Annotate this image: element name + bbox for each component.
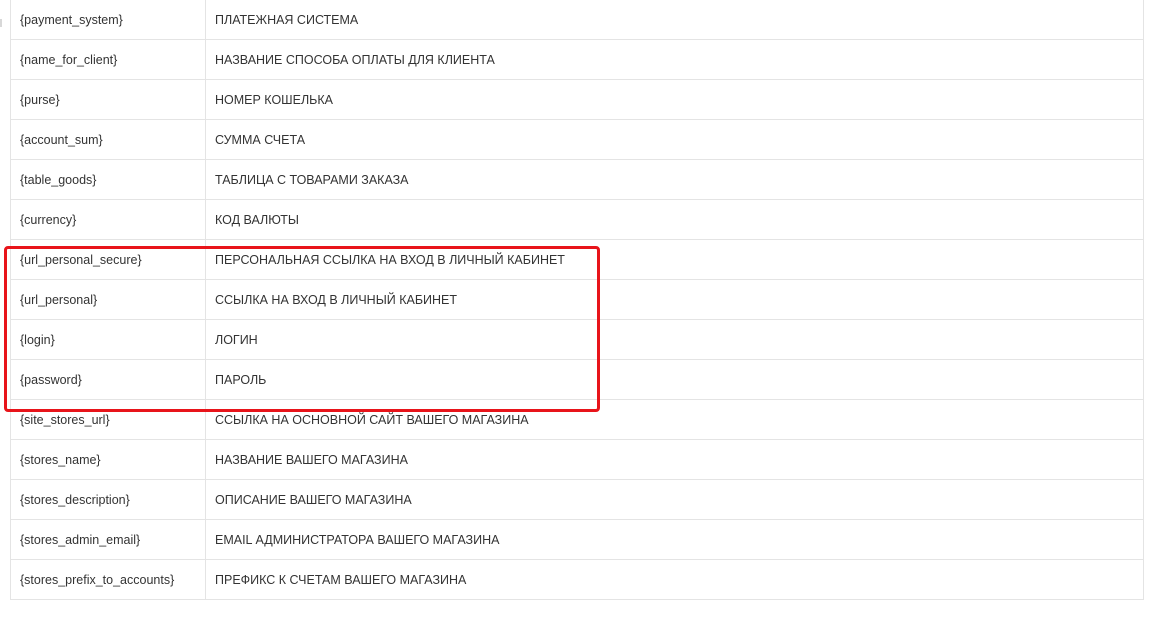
description-cell: КОД ВАЛЮТЫ [205,199,1144,240]
description-cell: ПАРОЛЬ [205,359,1144,400]
table-row: {stores_name} НАЗВАНИЕ ВАШЕГО МАГАЗИНА [10,439,1144,480]
variable-cell: {site_stores_url} [10,399,206,440]
table-row: {name_for_client} НАЗВАНИЕ СПОСОБА ОПЛАТ… [10,39,1144,80]
variable-cell: {currency} [10,199,206,240]
table-row: {url_personal_secure} ПЕРСОНАЛЬНАЯ ССЫЛК… [10,239,1144,280]
table-row: {url_personal} ССЫЛКА НА ВХОД В ЛИЧНЫЙ К… [10,279,1144,320]
table-row: {purse} НОМЕР КОШЕЛЬКА [10,79,1144,120]
description-cell: ЛОГИН [205,319,1144,360]
table-row: {site_stores_url} ССЫЛКА НА ОСНОВНОЙ САЙ… [10,399,1144,440]
table-row: {table_goods} ТАБЛИЦА С ТОВАРАМИ ЗАКАЗА [10,159,1144,200]
page-edge-marker [0,19,2,27]
table-row: {stores_admin_email} EMAIL АДМИНИСТРАТОР… [10,519,1144,560]
description-cell: ТАБЛИЦА С ТОВАРАМИ ЗАКАЗА [205,159,1144,200]
description-cell: ПРЕФИКС К СЧЕТАМ ВАШЕГО МАГАЗИНА [205,559,1144,600]
description-cell: НАЗВАНИЕ СПОСОБА ОПЛАТЫ ДЛЯ КЛИЕНТА [205,39,1144,80]
variable-cell: {stores_name} [10,439,206,480]
table-row: {stores_description} ОПИСАНИЕ ВАШЕГО МАГ… [10,479,1144,520]
variable-cell: {login} [10,319,206,360]
description-cell: ОПИСАНИЕ ВАШЕГО МАГАЗИНА [205,479,1144,520]
variable-cell: {stores_prefix_to_accounts} [10,559,206,600]
table-row: {payment_system} ПЛАТЕЖНАЯ СИСТЕМА [10,0,1144,40]
table-row: {account_sum} СУММА СЧЕТА [10,119,1144,160]
variable-cell: {name_for_client} [10,39,206,80]
table-row: {password} ПАРОЛЬ [10,359,1144,400]
variable-cell: {url_personal} [10,279,206,320]
variable-cell: {stores_description} [10,479,206,520]
template-variables-table: {payment_system} ПЛАТЕЖНАЯ СИСТЕМА {name… [10,0,1144,600]
variable-cell: {payment_system} [10,0,206,40]
description-cell: ПЛАТЕЖНАЯ СИСТЕМА [205,0,1144,40]
variable-cell: {stores_admin_email} [10,519,206,560]
table-row: {currency} КОД ВАЛЮТЫ [10,199,1144,240]
description-cell: НАЗВАНИЕ ВАШЕГО МАГАЗИНА [205,439,1144,480]
variable-cell: {table_goods} [10,159,206,200]
variable-cell: {password} [10,359,206,400]
variable-cell: {url_personal_secure} [10,239,206,280]
description-cell: EMAIL АДМИНИСТРАТОРА ВАШЕГО МАГАЗИНА [205,519,1144,560]
table-row: {stores_prefix_to_accounts} ПРЕФИКС К СЧ… [10,559,1144,600]
variable-cell: {account_sum} [10,119,206,160]
variable-cell: {purse} [10,79,206,120]
description-cell: ССЫЛКА НА ОСНОВНОЙ САЙТ ВАШЕГО МАГАЗИНА [205,399,1144,440]
description-cell: ПЕРСОНАЛЬНАЯ ССЫЛКА НА ВХОД В ЛИЧНЫЙ КАБ… [205,239,1144,280]
description-cell: НОМЕР КОШЕЛЬКА [205,79,1144,120]
description-cell: ССЫЛКА НА ВХОД В ЛИЧНЫЙ КАБИНЕТ [205,279,1144,320]
description-cell: СУММА СЧЕТА [205,119,1144,160]
table-row: {login} ЛОГИН [10,319,1144,360]
